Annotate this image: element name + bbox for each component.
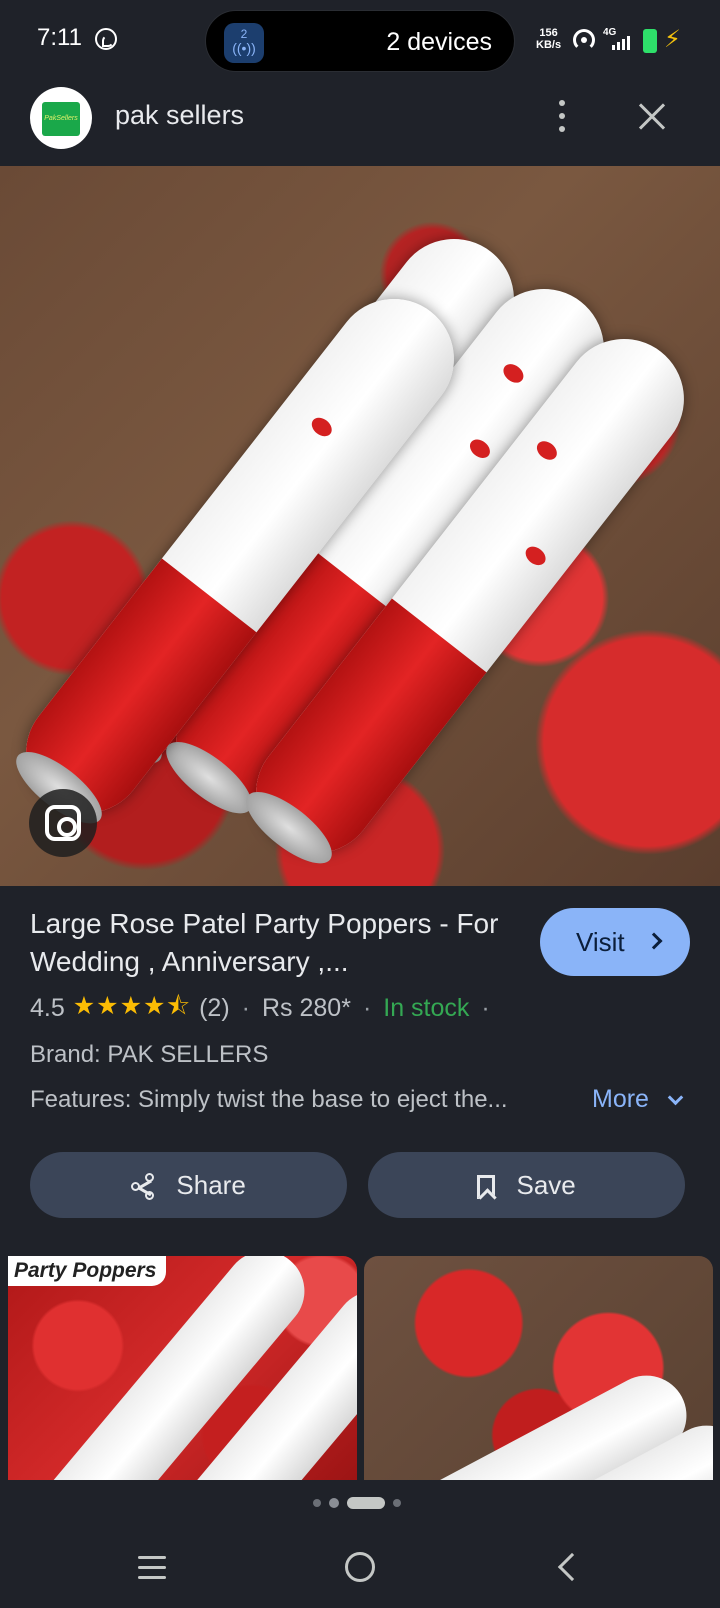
network-speed: 156 KB/s — [536, 27, 561, 51]
network-speed-unit: KB/s — [536, 39, 562, 51]
product-title[interactable]: Large Rose Patel Party Poppers - For Wed… — [30, 905, 510, 981]
visit-button[interactable]: Visit — [540, 908, 690, 976]
pager-dot — [313, 1499, 321, 1507]
nearby-devices-pill[interactable]: 2 ((•)) 2 devices — [205, 10, 515, 72]
lens-search-button[interactable] — [29, 789, 97, 857]
pill-text: 2 devices — [386, 28, 492, 56]
bookmark-icon — [477, 1175, 496, 1200]
site-logo-text: PakSellers — [42, 102, 80, 136]
close-icon[interactable] — [633, 98, 671, 136]
carousel-pager — [313, 1496, 401, 1510]
site-logo[interactable]: PakSellers — [30, 87, 92, 149]
stock-status: In stock — [383, 993, 470, 1022]
site-name[interactable]: pak sellers — [115, 100, 244, 131]
hotspot-icon — [573, 29, 595, 51]
rating-value: 4.5 — [30, 993, 65, 1022]
home-icon[interactable] — [345, 1552, 375, 1582]
related-image-1-label: Party Poppers — [8, 1256, 167, 1286]
network-speed-value: 156 — [539, 27, 558, 39]
pager-dot-active — [347, 1497, 385, 1509]
share-label: Share — [176, 1170, 246, 1200]
save-button[interactable]: Save — [368, 1152, 685, 1218]
price: Rs 280* — [261, 993, 351, 1022]
system-nav-bar — [0, 1530, 720, 1608]
chevron-down-icon — [667, 1089, 684, 1106]
battery-icon — [643, 29, 657, 53]
save-label: Save — [516, 1170, 576, 1200]
page-header: PakSellers pak sellers — [0, 82, 720, 166]
related-image-1[interactable] — [8, 1256, 357, 1480]
share-button[interactable]: Share — [30, 1152, 347, 1218]
nearby-share-icon: 2 ((•)) — [224, 23, 264, 63]
status-bar: 7:11 2 ((•)) 2 devices 156 KB/s 4G ⚡ — [0, 0, 720, 82]
lens-icon — [45, 805, 81, 841]
rating-row: 4.5 ★★★★⯪ (2) · Rs 280* · In stock · — [30, 990, 502, 1026]
more-options-icon[interactable] — [549, 98, 575, 134]
whatsapp-icon — [95, 28, 117, 50]
visit-label: Visit — [576, 927, 625, 957]
pager-dot — [393, 1499, 401, 1507]
pill-badge: 2 — [240, 27, 248, 41]
star-rating-icon: ★★★★⯪ — [72, 991, 192, 1020]
charging-bolt-icon: ⚡ — [664, 26, 681, 53]
review-count: (2) — [199, 993, 230, 1022]
recent-apps-icon[interactable] — [138, 1556, 166, 1580]
product-image[interactable] — [0, 166, 720, 886]
more-button[interactable]: More — [592, 1085, 684, 1114]
back-icon[interactable] — [557, 1552, 587, 1582]
chevron-right-icon — [645, 932, 663, 950]
brand-text: Brand: PAK SELLERS — [30, 1041, 269, 1068]
more-label: More — [592, 1085, 649, 1113]
pager-dot — [329, 1498, 339, 1508]
related-image-2[interactable] — [364, 1256, 713, 1480]
share-icon — [131, 1173, 157, 1201]
features-text: Features: Simply twist the base to eject… — [30, 1086, 508, 1113]
status-time: 7:11 — [37, 24, 82, 51]
signal-icon — [612, 34, 636, 50]
